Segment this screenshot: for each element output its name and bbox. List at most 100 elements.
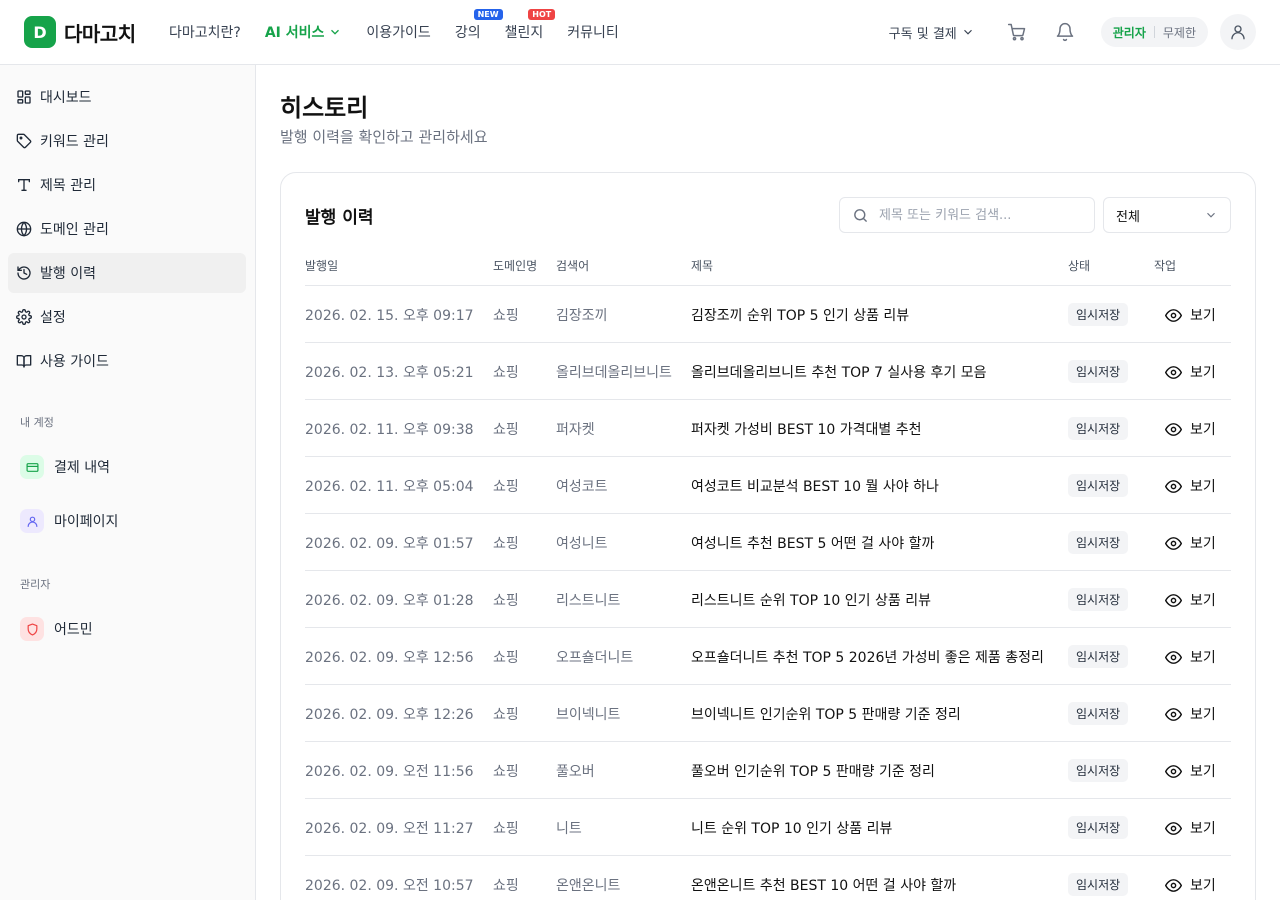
eye-icon [1165,593,1182,607]
chip [20,509,44,533]
role-badge: 관리자 무제한 [1100,17,1208,47]
keyword: 니트 [556,821,582,837]
chip [20,617,44,641]
keyword: 올리브데올리브니트 [556,365,672,381]
main-nav: 다마고치란? AI 서비스 이용가이드 강의 NEW 챌린지 HOT 커뮤니티 [169,0,643,64]
sidebar-item-mypage[interactable]: 마이페이지 [20,507,240,535]
publish-date: 2026. 02. 11. 오후 09:38 [305,422,474,438]
sidebar-item-label: 설정 [40,310,66,326]
column-header: 검색어 [556,259,590,273]
view-button[interactable]: 보기 [1165,647,1216,667]
page-title: 히스토리 [280,94,369,122]
view-button[interactable]: 보기 [1165,533,1216,553]
sidebar-item-history[interactable]: 발행 이력 [8,253,246,293]
sidebar-item-keywords[interactable]: 키워드 관리 [8,121,246,161]
view-button[interactable]: 보기 [1165,704,1216,724]
view-label: 보기 [1190,707,1216,723]
status-badge: 임시저장 [1068,303,1129,326]
search-icon [854,208,867,222]
nav-item-ai-service[interactable]: AI 서비스 [265,22,343,42]
subscription-menu[interactable]: 구독 및 결제 [889,23,975,42]
domain-name: 쇼핑 [493,878,519,894]
view-button[interactable]: 보기 [1165,818,1216,838]
column-header: 상태 [1068,259,1091,273]
table-row: 2026. 02. 11. 오후 09:38 쇼핑 퍼자켓 퍼자켓 가성비 BE… [305,400,1231,457]
table-row: 2026. 02. 09. 오전 10:57 쇼핑 온앤온니트 온앤온니트 추천… [305,856,1231,900]
publish-date: 2026. 02. 09. 오후 01:57 [305,536,474,552]
sidebar-item-payments[interactable]: 결제 내역 [20,453,240,481]
sidebar-item-guide[interactable]: 사용 가이드 [8,341,246,381]
view-label: 보기 [1190,422,1216,438]
view-button[interactable]: 보기 [1165,362,1216,382]
eye-icon [1165,422,1182,436]
page-subtitle: 발행 이력을 확인하고 관리하세요 [280,128,488,146]
eye-icon [1165,536,1182,550]
chevron-down-icon [331,29,340,35]
sidebar-item-admin[interactable]: 어드민 [20,615,240,643]
view-button[interactable]: 보기 [1165,305,1216,325]
avatar[interactable] [1220,14,1256,50]
nav-label: 다마고치란? [169,25,241,41]
view-button[interactable]: 보기 [1165,590,1216,610]
sidebar-item-domains[interactable]: 도메인 관리 [8,209,246,249]
search-input[interactable] [879,207,1079,223]
post-title: 니트 순위 TOP 10 인기 상품 리뷰 [691,821,893,837]
domain-name: 쇼핑 [493,650,519,666]
publish-date: 2026. 02. 15. 오후 09:17 [305,308,474,324]
nav-item-community[interactable]: 커뮤니티 [567,22,619,42]
keyword: 브이넥니트 [556,707,621,723]
status-badge: 임시저장 [1068,360,1129,383]
keyword: 여성코트 [556,479,608,495]
dashboard-icon [17,90,31,104]
status-badge: 임시저장 [1068,417,1129,440]
cart-icon [1007,23,1025,41]
nav-label: 챌린지 [504,25,544,41]
post-title: 김장조끼 순위 TOP 5 인기 상품 리뷰 [691,308,910,324]
sidebar-item-dashboard[interactable]: 대시보드 [8,77,246,117]
nav-item-guide[interactable]: 이용가이드 [366,22,430,42]
status-badge: 임시저장 [1068,816,1129,839]
notification-button[interactable] [1047,14,1083,50]
post-title: 풀오버 인기순위 TOP 5 판매량 기준 정리 [691,764,935,780]
view-label: 보기 [1190,593,1216,609]
publish-date: 2026. 02. 09. 오후 01:28 [305,593,474,609]
sidebar-item-titles[interactable]: 제목 관리 [8,165,246,205]
nav-item-lecture[interactable]: 강의 NEW [454,9,503,42]
status-filter-select[interactable]: 전체 [1103,197,1231,233]
sidebar-item-label: 결제 내역 [54,460,110,476]
view-button[interactable]: 보기 [1165,419,1216,439]
post-title: 브이넥니트 인기순위 TOP 5 판매량 기준 정리 [691,707,961,723]
view-button[interactable]: 보기 [1165,875,1216,895]
nav-item-about[interactable]: 다마고치란? [169,22,241,42]
publish-date: 2026. 02. 11. 오후 05:04 [305,479,474,495]
domain-name: 쇼핑 [493,764,519,780]
table-row: 2026. 02. 09. 오후 12:56 쇼핑 오프숄더니트 오프숄더니트 … [305,628,1231,685]
post-title: 오프숄더니트 추천 TOP 5 2026년 가성비 좋은 제품 총정리 [691,650,1044,666]
nav-item-challenge[interactable]: 챌린지 HOT [504,9,556,42]
chevron-down-icon [1207,212,1215,218]
cart-button[interactable] [999,14,1035,50]
publish-date: 2026. 02. 09. 오전 10:57 [305,878,474,894]
keyword: 퍼자켓 [556,422,595,438]
view-button[interactable]: 보기 [1165,476,1216,496]
hot-badge: HOT [528,9,556,20]
domain-name: 쇼핑 [493,821,519,837]
sidebar-section-admin: 관리자 [20,578,51,591]
tag-icon [16,133,32,149]
status-badge: 임시저장 [1068,873,1129,896]
post-title: 여성니트 추천 BEST 5 어떤 걸 사야 할까 [691,536,935,552]
nav-label: 강의 [454,25,481,41]
domain-name: 쇼핑 [493,707,519,723]
filter-value: 전체 [1116,209,1140,225]
table-header: 발행일 도메인명 검색어 제목 상태 작업 [305,257,1231,286]
post-title: 온앤온니트 추천 BEST 10 어떤 걸 사야 할까 [691,878,957,894]
view-button[interactable]: 보기 [1165,761,1216,781]
header-actions: 구독 및 결제 관리자 무제한 [889,0,1256,64]
view-label: 보기 [1190,308,1216,324]
sidebar-item-settings[interactable]: 설정 [8,297,246,337]
domain-name: 쇼핑 [493,536,519,552]
logo[interactable]: D 다마고치 [24,16,136,48]
view-label: 보기 [1190,650,1216,666]
status-badge: 임시저장 [1068,474,1129,497]
shield-icon [27,622,37,636]
